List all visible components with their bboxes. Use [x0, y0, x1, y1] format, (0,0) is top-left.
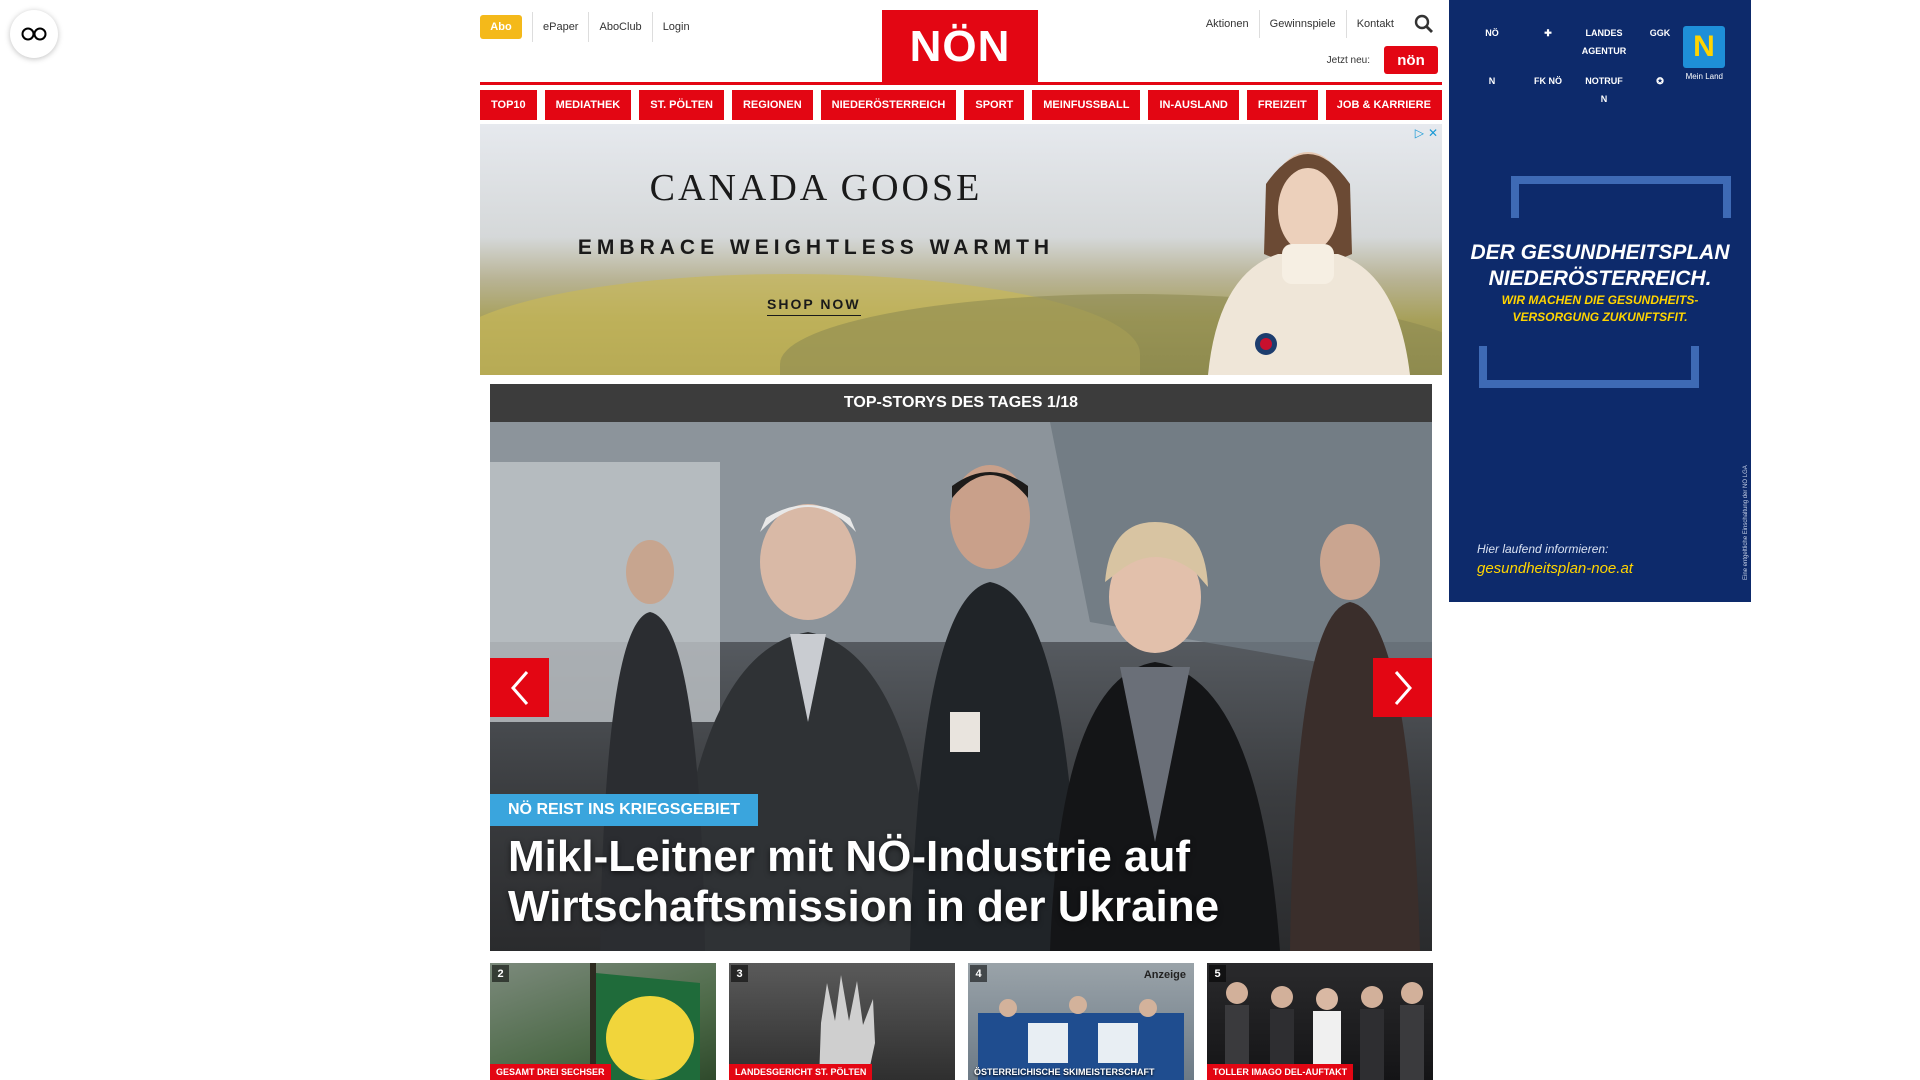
- story-thumbnails: 2 GESAMT DREI SECHSER 3 LANDESGERICHT ST…: [490, 963, 1433, 1080]
- chevron-left-icon: [510, 670, 528, 705]
- thumbnail-number: 5: [1209, 965, 1226, 982]
- partner-logo: NOTRUF N: [1585, 76, 1623, 104]
- ad-shop-now-link[interactable]: SHOP NOW: [767, 296, 861, 316]
- skyscraper-title: DER GESUNDHEITSPLAN NIEDERÖSTERREICH.: [1449, 240, 1751, 292]
- kontakt-link[interactable]: Kontakt: [1347, 10, 1404, 38]
- prev-story-button[interactable]: [490, 658, 549, 717]
- chevron-right-icon: [1394, 670, 1412, 705]
- skyscraper-ad[interactable]: NÖ ✚ LANDES AGENTUR GGK N FK NÖ NOTRUF N…: [1449, 0, 1751, 602]
- nav-meinfussball[interactable]: MEINFUSSBALL: [1032, 90, 1141, 120]
- partner-logos: NÖ ✚ LANDES AGENTUR GGK N FK NÖ NOTRUF N…: [1469, 24, 1670, 108]
- adchoices-icon[interactable]: ▷: [1415, 126, 1424, 140]
- top-stories-heading: TOP-STORYS DES TAGES 1/18: [490, 384, 1432, 422]
- ad-banner[interactable]: CANADA GOOSE EMBRACE WEIGHTLESS WARMTH S…: [480, 124, 1442, 375]
- story-headline[interactable]: Mikl-Leitner mit NÖ-Industrie auf Wirtsc…: [508, 832, 1408, 932]
- partner-logo: ✪: [1656, 76, 1664, 86]
- thumbnail-number: 4: [970, 965, 987, 982]
- jetzt-neu-label: Jetzt neu:: [1326, 55, 1370, 66]
- search-icon[interactable]: [1414, 14, 1434, 34]
- thumbnail-story[interactable]: 5 TOLLER IMAGO DEL-AUFTAKT: [1207, 963, 1433, 1080]
- skyscraper-disclaimer: Eine entgeltliche Einschaltung der NÖ LG…: [1743, 465, 1749, 580]
- thumbnail-story[interactable]: 3 LANDESGERICHT ST. PÖLTEN: [729, 963, 955, 1080]
- hero-story[interactable]: NÖ REIST INS KRIEGSGEBIET Mikl-Leitner m…: [490, 422, 1432, 951]
- noe-badge-label: Mein Land: [1685, 72, 1723, 81]
- aboclub-link[interactable]: AboClub: [588, 12, 651, 42]
- main-nav: TOP10 MEDIATHEK ST. PÖLTEN REGIONEN NIED…: [480, 90, 1442, 120]
- skyscraper-title-line: NIEDERÖSTERREICH.: [1488, 267, 1712, 290]
- nav-niederoesterreich[interactable]: NIEDERÖSTERREICH: [820, 90, 957, 120]
- app-promo-logo[interactable]: nön: [1384, 46, 1438, 74]
- thumbnail-number: 3: [731, 965, 748, 982]
- partner-logo: GGK: [1649, 28, 1671, 38]
- partner-logo: N: [1488, 76, 1496, 86]
- thumbnail-tag: GESAMT DREI SECHSER: [490, 1064, 611, 1080]
- story-kicker[interactable]: NÖ REIST INS KRIEGSGEBIET: [490, 794, 759, 826]
- partner-logo: ✚: [1544, 28, 1552, 38]
- anzeige-label: Anzeige: [1143, 969, 1186, 981]
- login-link[interactable]: Login: [651, 12, 700, 42]
- frame-decoration: [1479, 346, 1699, 388]
- ad-choices[interactable]: ▷ ✕: [1415, 126, 1438, 140]
- noe-badge: N: [1683, 26, 1725, 68]
- glasses-icon: [21, 27, 47, 41]
- thumbnail-image: [819, 975, 875, 1080]
- frame-decoration: [1511, 176, 1731, 218]
- nav-mediathek[interactable]: MEDIATHEK: [544, 90, 632, 120]
- ad-brand: CANADA GOOSE: [649, 167, 983, 209]
- partner-logo: LANDES AGENTUR: [1581, 28, 1627, 56]
- skyscraper-subtitle: WIR MACHEN DIE GESUNDHEITS- VERSORGUNG Z…: [1449, 292, 1751, 326]
- service-links: Aktionen Gewinnspiele Kontakt: [1196, 10, 1404, 38]
- top-links: ePaper AboClub Login: [532, 12, 700, 42]
- abo-button[interactable]: Abo: [480, 15, 522, 39]
- thumbnail-tag: TOLLER IMAGO DEL-AUFTAKT: [1207, 1064, 1354, 1080]
- skyscraper-url[interactable]: gesundheitsplan-noe.at: [1477, 560, 1633, 577]
- thumbnail-tag: ÖSTERREICHISCHE SKIMEISTERSCHAFT: [974, 1067, 1155, 1077]
- aktionen-link[interactable]: Aktionen: [1196, 10, 1260, 38]
- next-story-button[interactable]: [1373, 658, 1432, 717]
- nav-st-poelten[interactable]: ST. PÖLTEN: [639, 90, 724, 120]
- skyscraper-subtitle-line: VERSORGUNG ZUKUNFTSFIT.: [1512, 310, 1688, 324]
- ad-model-image: [1208, 152, 1410, 375]
- thumbnail-number: 2: [492, 965, 509, 982]
- skyscraper-title-line: DER GESUNDHEITSPLAN: [1470, 241, 1730, 264]
- nav-job-karriere[interactable]: JOB & KARRIERE: [1325, 90, 1442, 120]
- nav-top10[interactable]: TOP10: [480, 90, 537, 120]
- gewinnspiele-link[interactable]: Gewinnspiele: [1260, 10, 1347, 38]
- thumbnail-image: [590, 963, 700, 1080]
- ad-tagline: EMBRACE WEIGHTLESS WARMTH: [577, 236, 1055, 259]
- nav-in-ausland[interactable]: IN-AUSLAND: [1148, 90, 1239, 120]
- thumbnail-image: [1225, 982, 1424, 1080]
- skyscraper-info: Hier laufend informieren:: [1477, 542, 1609, 556]
- skyscraper-subtitle-line: WIR MACHEN DIE GESUNDHEITS-: [1501, 293, 1699, 307]
- nav-sport[interactable]: SPORT: [964, 90, 1025, 120]
- partner-logo: FK NÖ: [1534, 76, 1562, 86]
- site-header: Abo ePaper AboClub Login NÖN Aktionen Ge…: [480, 0, 1442, 86]
- close-icon[interactable]: ✕: [1428, 126, 1438, 140]
- nav-freizeit[interactable]: FREIZEIT: [1246, 90, 1318, 120]
- epaper-link[interactable]: ePaper: [532, 12, 588, 42]
- nav-regionen[interactable]: REGIONEN: [731, 90, 813, 120]
- partner-logo: NÖ: [1485, 28, 1499, 38]
- thumbnail-story[interactable]: 2 GESAMT DREI SECHSER: [490, 963, 716, 1080]
- thumbnail-story[interactable]: 4 Anzeige ÖSTERREICHISCHE SKIMEISTERSCHA…: [968, 963, 1194, 1080]
- header-divider: [480, 82, 1442, 85]
- accessibility-button[interactable]: [10, 10, 58, 58]
- thumbnail-tag: LANDESGERICHT ST. PÖLTEN: [729, 1064, 873, 1080]
- site-logo[interactable]: NÖN: [882, 10, 1038, 84]
